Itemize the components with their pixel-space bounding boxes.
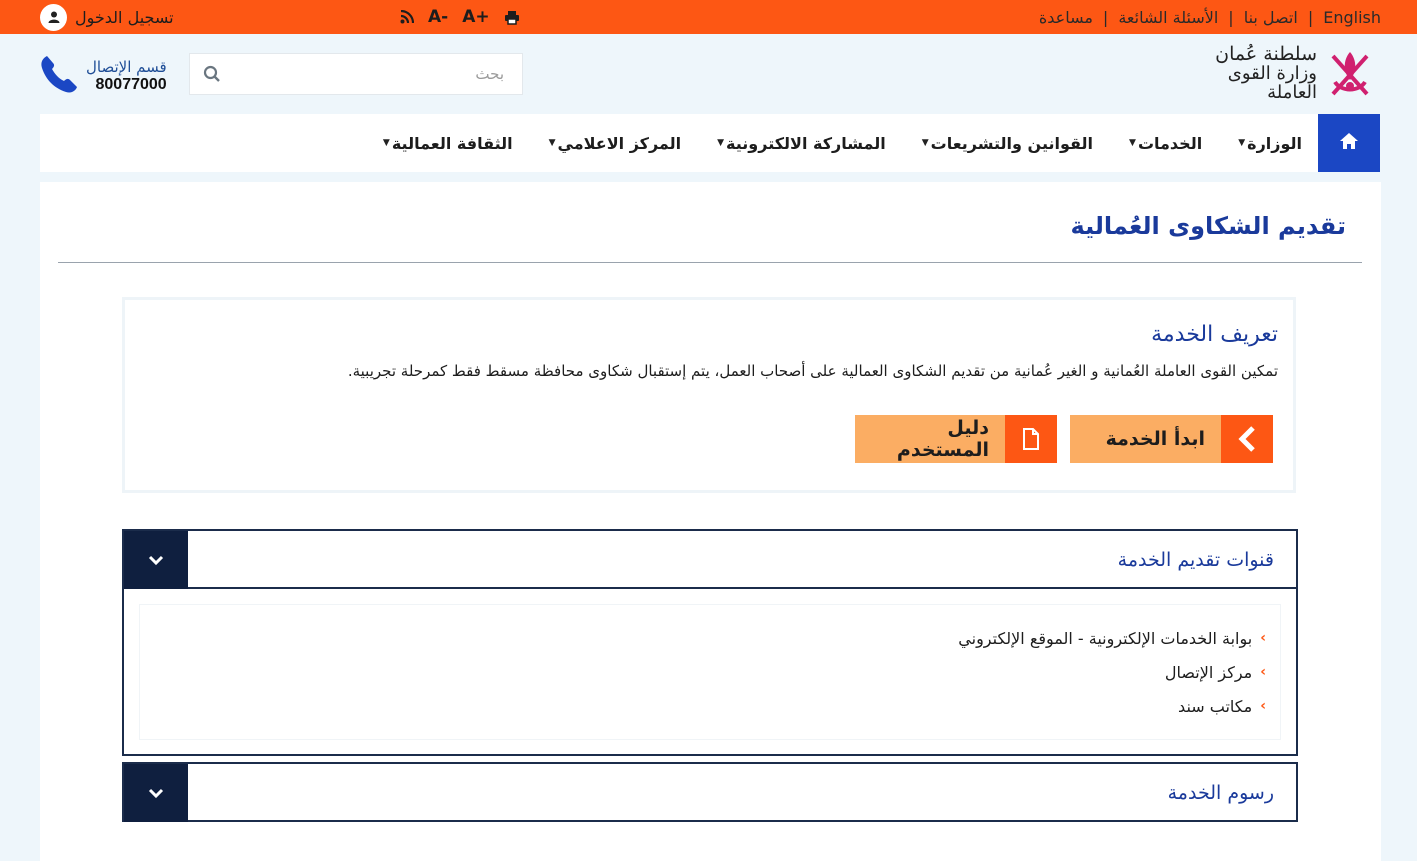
- user-icon: [40, 3, 67, 31]
- caret-down-icon: ▼: [548, 138, 556, 148]
- fees-accordion-header[interactable]: رسوم الخدمة: [124, 764, 1296, 822]
- caret-down-icon: ▼: [1129, 138, 1136, 148]
- nav-item-culture[interactable]: الثقافة العمالية ▼: [383, 134, 513, 153]
- user-guide-button[interactable]: دليل المستخدم: [855, 415, 1057, 463]
- user-guide-label: دليل المستخدم: [855, 415, 1005, 463]
- nav-item-eparticipation[interactable]: المشاركة الالكترونية ▼: [717, 134, 886, 153]
- english-link[interactable]: English: [1323, 8, 1381, 27]
- separator: |: [1228, 7, 1234, 27]
- channels-accordion-header[interactable]: قنوات تقديم الخدمة: [124, 531, 1296, 589]
- fees-accordion: رسوم الخدمة: [122, 762, 1298, 822]
- help-link[interactable]: مساعدة: [1039, 8, 1093, 27]
- font-decrease-button[interactable]: A-: [428, 7, 448, 27]
- caret-down-icon: ▼: [921, 138, 929, 148]
- chevron-left-icon: [1221, 415, 1273, 463]
- chevron-right-icon: ›: [1260, 698, 1266, 714]
- separator: |: [1307, 7, 1314, 27]
- accessibility-tools: A- A+: [400, 0, 520, 34]
- logo-line-ministry: وزارة القوى العاملة: [1227, 63, 1317, 103]
- chevron-down-icon[interactable]: [124, 764, 188, 822]
- nav-item-media[interactable]: المركز الاعلامي ▼: [549, 134, 682, 153]
- nav-label: المشاركة الالكترونية: [726, 133, 886, 153]
- logo-line-country: سلطنة عُمان: [1215, 43, 1317, 66]
- caret-down-icon: ▼: [717, 138, 725, 148]
- call-number: 80077000: [95, 76, 167, 93]
- call-text: قسم الإتصال 80077000: [86, 58, 167, 94]
- list-item[interactable]: › بوابة الخدمات الإلكترونية - الموقع الإل…: [140, 621, 1266, 655]
- channels-accordion: قنوات تقديم الخدمة › بوابة الخدمات الإلكت…: [122, 529, 1298, 756]
- nav-label: الوزارة: [1247, 133, 1302, 153]
- start-service-label: ابدأ الخدمة: [1070, 415, 1221, 463]
- main-content: تقديم الشكاوى العُمالية تعريف الخدمة تمك…: [40, 182, 1381, 861]
- channel-label: مكاتب سند: [1178, 696, 1253, 716]
- service-heading: تعريف الخدمة: [1151, 322, 1278, 347]
- document-icon: [1005, 415, 1057, 463]
- chevron-down-icon[interactable]: [124, 531, 188, 589]
- ministry-logo[interactable]: سلطنة عُمان وزارة القوى العاملة: [1197, 44, 1377, 104]
- nav-item-laws[interactable]: القوانين والتشريعات ▼: [922, 134, 1093, 153]
- call-label: قسم الإتصال: [86, 58, 167, 76]
- channel-label: بوابة الخدمات الإلكترونية - الموقع الإلك…: [958, 628, 1253, 648]
- search-box: [189, 53, 523, 95]
- home-button[interactable]: [1318, 114, 1380, 172]
- font-increase-button[interactable]: A+: [462, 7, 489, 27]
- caret-down-icon: ▼: [382, 138, 390, 148]
- nav-label: الثقافة العمالية: [391, 133, 513, 153]
- top-bar: مساعدة | الأسئلة الشائعة | اتصل بنا | En…: [0, 0, 1417, 34]
- oman-emblem-icon: [1323, 46, 1377, 102]
- logo-text: سلطنة عُمان وزارة القوى العاملة: [1197, 43, 1317, 103]
- nav-label: القوانين والتشريعات: [930, 133, 1094, 153]
- nav-label: الخدمات: [1137, 133, 1203, 153]
- page-title: تقديم الشكاوى العُمالية: [1070, 212, 1346, 240]
- call-center[interactable]: قسم الإتصال 80077000: [38, 51, 167, 101]
- channel-label: مركز الإتصال: [1164, 662, 1253, 682]
- top-links: مساعدة | الأسئلة الشائعة | اتصل بنا | En…: [1039, 0, 1381, 34]
- chevron-right-icon: ›: [1260, 630, 1266, 646]
- home-icon: [1339, 132, 1359, 154]
- service-description: تمكين القوى العاملة العُمانية و الغير عُ…: [347, 362, 1278, 380]
- fees-title: رسوم الخدمة: [1167, 782, 1274, 804]
- chevron-right-icon: ›: [1260, 664, 1266, 680]
- main-nav: الوزارة ▼ الخدمات ▼ القوانين والتشريعات ▼ ا…: [40, 114, 1380, 172]
- login-label: تسجيل الدخول: [75, 7, 174, 27]
- list-item[interactable]: › مركز الإتصال: [140, 655, 1266, 689]
- phone-icon: [38, 53, 80, 99]
- channels-list: › بوابة الخدمات الإلكترونية - الموقع الإل…: [140, 605, 1280, 739]
- nav-item-services[interactable]: الخدمات ▼: [1129, 134, 1202, 153]
- rss-icon[interactable]: [400, 10, 414, 24]
- service-definition-box: تعريف الخدمة تمكين القوى العاملة العُمان…: [122, 297, 1296, 493]
- separator: |: [1102, 7, 1109, 27]
- login-link[interactable]: تسجيل الدخول: [40, 3, 174, 31]
- faq-link[interactable]: الأسئلة الشائعة: [1118, 8, 1218, 27]
- nav-items: الوزارة ▼ الخدمات ▼ القوانين والتشريعات ▼ ا…: [383, 114, 1302, 172]
- print-icon[interactable]: [504, 10, 520, 25]
- contact-link[interactable]: اتصل بنا: [1244, 8, 1298, 27]
- start-service-button[interactable]: ابدأ الخدمة: [1070, 415, 1273, 463]
- nav-item-ministry[interactable]: الوزارة ▼: [1238, 134, 1302, 153]
- nav-label: المركز الاعلامي: [557, 133, 682, 153]
- search-input[interactable]: [234, 54, 522, 94]
- list-item[interactable]: › مكاتب سند: [140, 689, 1266, 723]
- search-icon[interactable]: [190, 65, 234, 83]
- divider: [58, 262, 1362, 263]
- caret-down-icon: ▼: [1238, 138, 1246, 148]
- channels-title: قنوات تقديم الخدمة: [1117, 549, 1274, 571]
